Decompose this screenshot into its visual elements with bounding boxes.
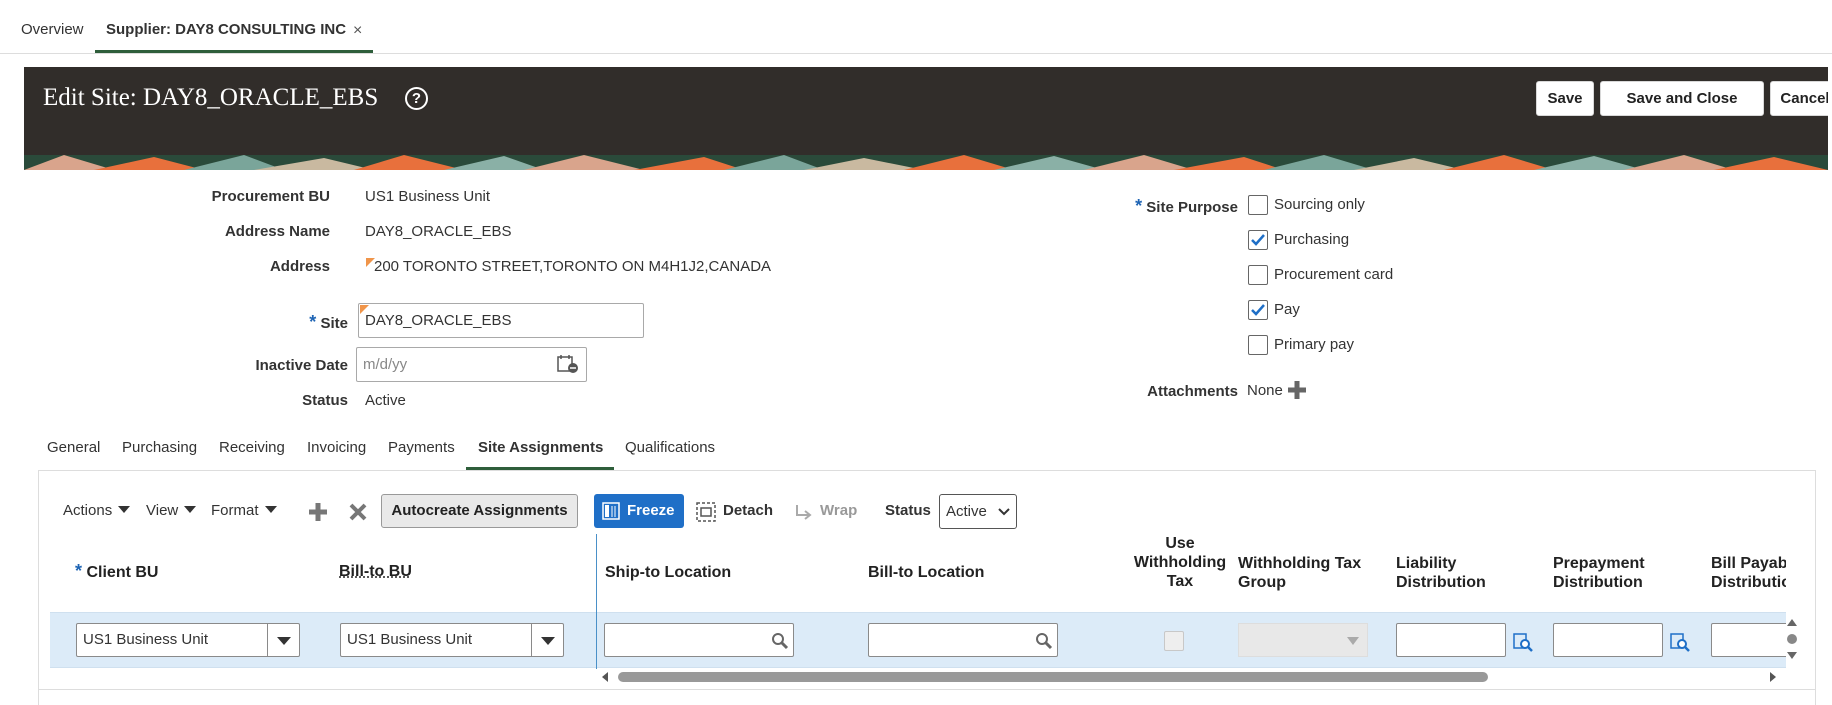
tab-supplier[interactable]: Supplier: DAY8 CONSULTING INC (106, 21, 346, 38)
freeze-icon (602, 502, 620, 520)
procurement-bu-value: US1 Business Unit (365, 188, 491, 205)
bill-to-bu-select[interactable]: US1 Business Unit (340, 623, 564, 657)
cancel-button[interactable]: Cancel (1770, 81, 1828, 116)
use-withholding-tax-checkbox[interactable] (1164, 631, 1184, 651)
close-tab-icon[interactable]: × (353, 22, 362, 40)
liability-distribution-input[interactable] (1396, 623, 1506, 657)
add-attachment-icon[interactable] (1288, 381, 1306, 399)
withholding-tax-group-select[interactable] (1238, 623, 1368, 657)
panel-footer-divider (38, 689, 1816, 690)
site-purpose-option-label: Purchasing (1274, 231, 1350, 248)
inactive-date-label: Inactive Date (255, 357, 348, 374)
column-withholding-tax-group[interactable]: Withholding Tax Group (1238, 554, 1361, 592)
bill-payable-distribution-input[interactable] (1711, 623, 1786, 657)
column-use-withholding-tax[interactable]: Use Withholding Tax (1125, 534, 1235, 591)
save-button[interactable]: Save (1536, 81, 1594, 116)
account-search-icon[interactable] (1670, 632, 1690, 652)
decorative-banner (24, 155, 1828, 170)
search-icon[interactable] (771, 632, 789, 650)
delete-row-icon[interactable] (348, 502, 368, 522)
site-assignments-table: * Client BU Bill-to BU Ship-to Location … (50, 534, 1786, 669)
subtab-receiving[interactable]: Receiving (219, 439, 285, 456)
chevron-down-icon (1347, 637, 1359, 645)
column-bill-payable-distribution[interactable]: Bill PayableDistribution (1711, 554, 1786, 592)
site-label: * Site (309, 312, 348, 332)
detach-button[interactable]: Detach (723, 502, 773, 519)
site-purpose-checkbox[interactable] (1248, 300, 1268, 320)
client-bu-select[interactable]: US1 Business Unit (76, 623, 300, 657)
table-row[interactable]: US1 Business Unit US1 Business Unit (50, 612, 1786, 668)
autocreate-assignments-button[interactable]: Autocreate Assignments (381, 494, 578, 528)
address-value: 200 TORONTO STREET,TORONTO ON M4H1J2,CAN… (374, 258, 772, 275)
scroll-left-icon[interactable] (600, 671, 610, 683)
procurement-bu-label: Procurement BU (211, 188, 330, 205)
tab-overview[interactable]: Overview (21, 21, 84, 38)
status-filter-select[interactable]: Active (939, 494, 1017, 529)
subtab-qualifications[interactable]: Qualifications (625, 439, 715, 456)
address-name-label: Address Name (224, 223, 330, 240)
calendar-icon[interactable] (557, 354, 579, 374)
save-and-close-button[interactable]: Save and Close (1600, 81, 1764, 116)
frozen-column-divider (596, 534, 597, 669)
attachments-label: Attachments (1147, 383, 1238, 400)
search-icon[interactable] (1035, 632, 1053, 650)
wrap-button[interactable]: Wrap (820, 502, 857, 519)
detach-icon[interactable] (696, 502, 716, 522)
site-purpose-option-label: Procurement card (1274, 266, 1394, 283)
site-purpose-checkbox[interactable] (1248, 335, 1268, 355)
address-label: Address (269, 258, 330, 275)
column-bill-to-location[interactable]: Bill-to Location (868, 563, 984, 582)
add-row-icon[interactable] (308, 502, 328, 522)
subtab-site-assignments[interactable]: Site Assignments (478, 439, 603, 456)
wrap-icon[interactable] (795, 503, 813, 521)
status-value: Active (365, 392, 406, 409)
freeze-button[interactable]: Freeze (594, 494, 684, 528)
column-ship-to-location[interactable]: Ship-to Location (605, 563, 731, 582)
status-label: Status (302, 392, 348, 409)
change-indicator-icon (360, 305, 369, 314)
subtab-payments[interactable]: Payments (388, 439, 455, 456)
site-purpose-option-label: Sourcing only (1274, 196, 1365, 213)
vertical-scrollbar[interactable] (1784, 614, 1800, 664)
site-input[interactable]: DAY8_ORACLE_EBS (358, 303, 644, 338)
help-icon[interactable]: ? (405, 87, 428, 110)
horizontal-scrollbar[interactable] (600, 669, 1780, 684)
site-purpose-checkbox[interactable] (1248, 230, 1268, 250)
format-menu[interactable]: Format (211, 502, 277, 519)
status-filter-label: Status (885, 502, 931, 519)
required-marker: * (309, 312, 317, 332)
subtab-purchasing[interactable]: Purchasing (122, 439, 197, 456)
ship-to-location-input[interactable] (604, 623, 794, 657)
chevron-down-icon[interactable] (267, 624, 299, 656)
site-purpose-checkbox[interactable] (1248, 195, 1268, 215)
column-bill-to-bu[interactable]: Bill-to BU (339, 562, 412, 581)
column-client-bu[interactable]: * Client BU (75, 562, 158, 582)
column-prepayment-distribution[interactable]: Prepayment Distribution (1553, 554, 1645, 592)
site-purpose-option-label: Primary pay (1274, 336, 1355, 353)
page-header: Edit Site: DAY8_ORACLE_EBS ? Save Save a… (24, 67, 1828, 170)
site-purpose-label: * Site Purpose (1135, 196, 1238, 216)
page-title: Edit Site: DAY8_ORACLE_EBS (43, 84, 379, 111)
site-purpose-option-label: Pay (1274, 301, 1300, 318)
active-tab-indicator (95, 50, 373, 53)
address-name-value: DAY8_ORACLE_EBS (365, 223, 512, 240)
scroll-thumb[interactable] (618, 672, 1488, 682)
site-purpose-checkbox[interactable] (1248, 265, 1268, 285)
column-liability-distribution[interactable]: Liability Distribution (1396, 554, 1486, 592)
chevron-down-icon (998, 508, 1010, 516)
chevron-down-icon[interactable] (531, 624, 563, 656)
scroll-right-icon[interactable] (1768, 671, 1778, 683)
attachments-value: None (1247, 382, 1283, 399)
top-tab-bar: Overview Supplier: DAY8 CONSULTING INC × (0, 0, 1832, 54)
prepayment-distribution-input[interactable] (1553, 623, 1663, 657)
subtab-general[interactable]: General (47, 439, 100, 456)
account-search-icon[interactable] (1513, 632, 1533, 652)
view-menu[interactable]: View (146, 502, 197, 519)
subtab-invoicing[interactable]: Invoicing (307, 439, 366, 456)
inactive-date-input[interactable]: m/d/yy (356, 347, 587, 382)
bill-to-location-input[interactable] (868, 623, 1058, 657)
actions-menu[interactable]: Actions (63, 502, 131, 519)
